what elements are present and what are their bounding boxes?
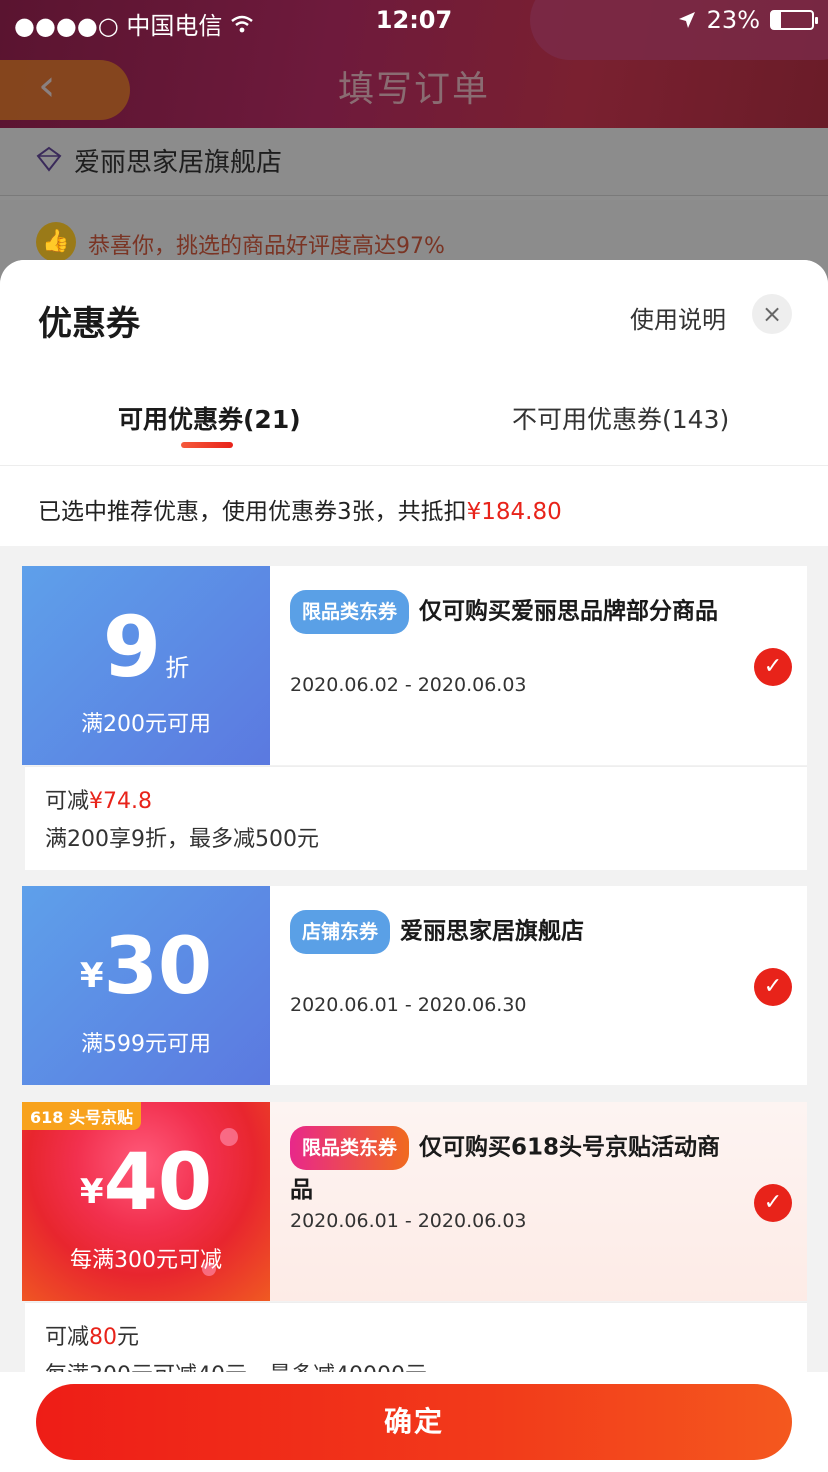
detail-rule: 满200享9折，最多减500元: [45, 827, 319, 852]
coupon-value: 9折: [102, 598, 190, 696]
tab-available-coupons[interactable]: 可用优惠券(21): [118, 400, 301, 436]
battery-percent: 23%: [706, 6, 760, 34]
battery-icon: [770, 10, 818, 30]
usage-instructions-link[interactable]: 使用说明: [630, 300, 726, 335]
order-header: ●●●●○ 中国电信 12:07 23% ‹ 填写订单: [0, 0, 828, 128]
page-title: 填写订单: [337, 69, 490, 110]
coupon-info: 限品类东券 仅可购买爱丽思品牌部分商品 2020.06.02 - 2020.06.…: [270, 566, 807, 765]
coupon-value: ¥30: [79, 922, 213, 1012]
active-tab-indicator: [181, 442, 233, 448]
coupon-condition: 每满300元可减: [70, 1248, 222, 1273]
discount-summary: 已选中推荐优惠，使用优惠券3张，共抵扣¥184.80: [38, 492, 562, 526]
check-icon[interactable]: ✓: [754, 1184, 792, 1222]
sheet-title: 优惠券: [38, 304, 140, 344]
thumbs-up-icon: 👍: [36, 222, 76, 262]
coupon-title: 限品类东券 仅可购买爱丽思品牌部分商品: [290, 590, 730, 634]
status-bar: ●●●●○ 中国电信 12:07 23%: [0, 0, 828, 42]
coupon-title: 店铺东券 爱丽思家居旗舰店: [290, 910, 730, 954]
sheet-header: 优惠券 使用说明 × 可用优惠券(21) 不可用优惠券(143) 已选中推荐优惠…: [0, 260, 828, 546]
confirm-button[interactable]: 确定: [36, 1384, 792, 1460]
detail-amount: 80: [89, 1325, 118, 1350]
coupon-date: 2020.06.01 - 2020.06.30: [290, 994, 527, 1016]
coupon-badge: 限品类东券: [290, 590, 410, 634]
check-icon[interactable]: ✓: [754, 648, 792, 686]
coupon-card[interactable]: 618 头号京贴 ¥40 每满300元可减 限品类东券 仅可购买618头号京贴活动…: [22, 1102, 807, 1301]
summary-text: 已选中推荐优惠，使用优惠券3张，共抵扣: [38, 499, 467, 525]
praise-text: 恭喜你，挑选的商品好评度高达97%: [88, 234, 445, 259]
coupon-title: 限品类东券 仅可购买618头号京贴活动商品: [290, 1126, 730, 1210]
tab-unavailable-coupons[interactable]: 不可用优惠券(143): [512, 400, 729, 436]
check-icon[interactable]: ✓: [754, 968, 792, 1006]
location-arrow-icon: [678, 12, 695, 28]
coupon-badge: 限品类东券: [290, 1126, 410, 1170]
coupon-condition: 满200元可用: [81, 712, 211, 737]
summary-amount: ¥184.80: [466, 499, 562, 525]
detail-amount: ¥74.8: [89, 789, 152, 814]
coupon-card[interactable]: 9折 满200元可用 限品类东券 仅可购买爱丽思品牌部分商品 2020.06.02…: [22, 566, 807, 765]
divider: [0, 465, 828, 466]
store-diamond-icon: [36, 146, 62, 172]
store-row[interactable]: 爱丽思家居旗舰店: [0, 128, 828, 196]
jd-618-tag: 618 头号京贴: [22, 1102, 141, 1130]
coupon-badge: 店铺东券: [290, 910, 391, 954]
coupon-value: ¥40: [79, 1138, 213, 1228]
coupon-detail: 可减¥74.8 满200享9折，最多减500元: [25, 766, 807, 870]
coupon-value-panel: 618 头号京贴 ¥40 每满300元可减: [22, 1102, 270, 1301]
coupon-date: 2020.06.02 - 2020.06.03: [290, 674, 527, 696]
sheet-footer: 确定: [0, 1372, 828, 1472]
close-icon[interactable]: ×: [752, 294, 792, 334]
coupon-date: 2020.06.01 - 2020.06.03: [290, 1210, 527, 1232]
coupon-value-panel: 9折 满200元可用: [22, 566, 270, 765]
store-name: 爱丽思家居旗舰店: [74, 148, 283, 178]
coupon-sheet: 优惠券 使用说明 × 可用优惠券(21) 不可用优惠券(143) 已选中推荐优惠…: [0, 260, 828, 1472]
coupon-condition: 满599元可用: [81, 1032, 211, 1057]
coupon-info: 店铺东券 爱丽思家居旗舰店 2020.06.01 - 2020.06.30 ✓: [270, 886, 807, 1085]
coupon-card[interactable]: ¥30 满599元可用 店铺东券 爱丽思家居旗舰店 2020.06.01 - 20…: [22, 886, 807, 1085]
coupon-info: 限品类东券 仅可购买618头号京贴活动商品 2020.06.01 - 2020.0…: [270, 1102, 807, 1301]
coupon-value-panel: ¥30 满599元可用: [22, 886, 270, 1085]
